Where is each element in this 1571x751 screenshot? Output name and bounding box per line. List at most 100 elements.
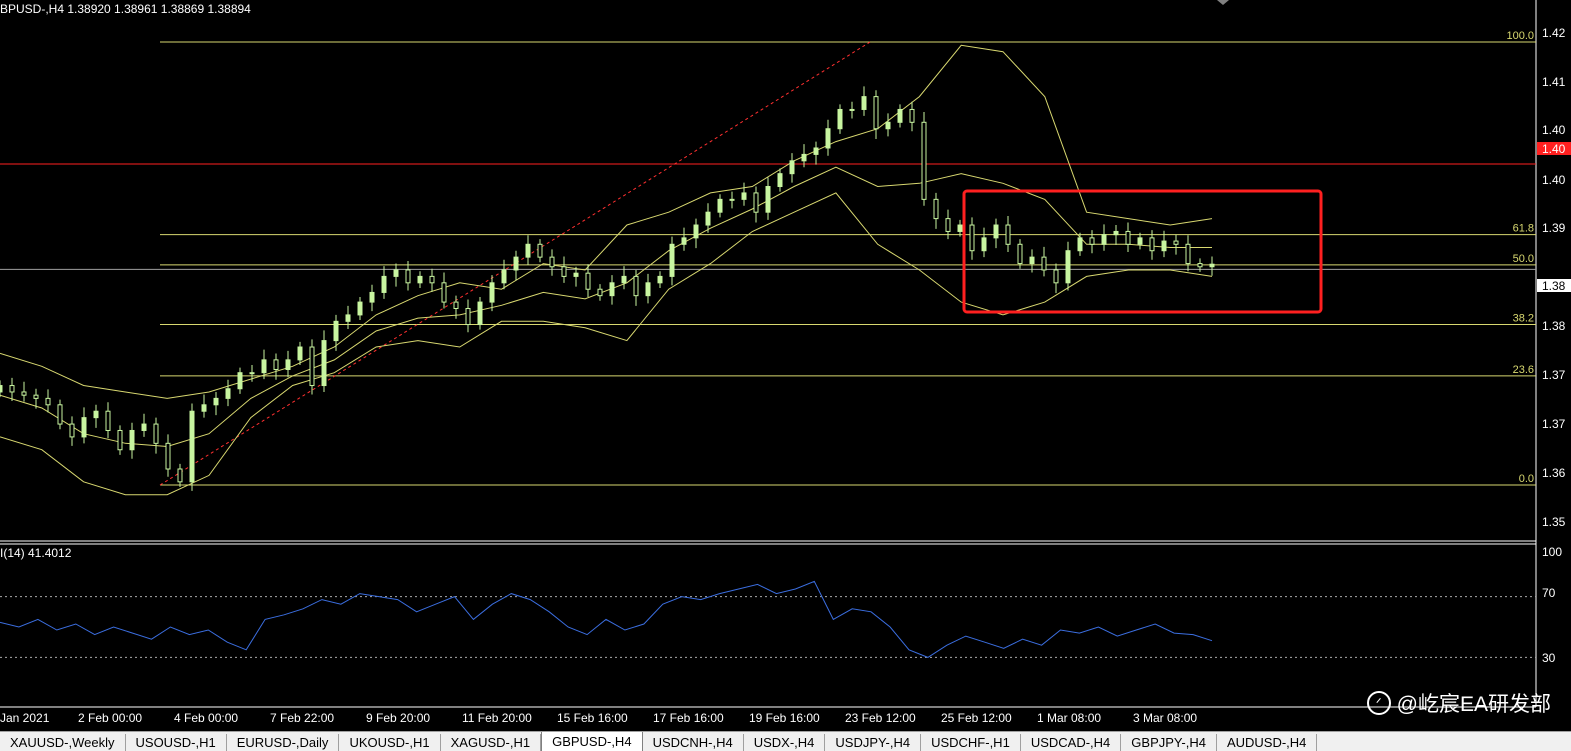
rsi-axis-label: 100 [1542, 545, 1562, 559]
candle-body [813, 147, 819, 155]
candle-body [129, 429, 135, 451]
tab-usousd-h1[interactable]: USOUSD-,H1 [126, 734, 227, 751]
time-label: 7 Feb 22:00 [270, 711, 334, 725]
candle-body [1089, 237, 1095, 245]
candle-body [45, 397, 51, 406]
fib-level-label: 50.0 [1513, 253, 1534, 265]
time-label: 1 Mar 08:00 [1037, 711, 1101, 725]
candle-body [921, 121, 927, 200]
candle-body [9, 385, 15, 393]
candle-body [1149, 237, 1155, 252]
candle-body [717, 198, 723, 213]
time-label: Jan 2021 [0, 711, 50, 725]
tab-audusd-h4[interactable]: AUDUSD-,H4 [1217, 734, 1318, 751]
candle-body [141, 423, 147, 431]
candle-body [777, 173, 783, 188]
candle-body [249, 372, 255, 375]
rsi-header: I(14) 41.4012 [0, 546, 72, 560]
tab-xagusd-h1[interactable]: XAGUSD-,H1 [441, 734, 542, 751]
tab-usdjpy-h4[interactable]: USDJPY-,H4 [825, 734, 922, 751]
candle-body [1197, 263, 1203, 268]
time-label: 2 Feb 00:00 [78, 711, 142, 725]
candle-body [81, 417, 87, 438]
candle-body [201, 404, 207, 412]
fib-level-label: 0.0 [1519, 473, 1534, 485]
time-label: 25 Feb 12:00 [941, 711, 1012, 725]
candle-body [837, 108, 843, 130]
candle-body [165, 442, 171, 470]
chart-shift-icon[interactable] [1217, 0, 1229, 5]
candle-body [693, 224, 699, 239]
price-label: 1.41 [1542, 75, 1566, 89]
price-label: 1.37 [1542, 368, 1566, 382]
time-label: 17 Feb 16:00 [653, 711, 724, 725]
candle-body [1209, 263, 1215, 268]
candle-body [189, 410, 195, 483]
fib-level-label: 23.6 [1513, 364, 1534, 376]
candle-body [789, 160, 795, 175]
candle-body [645, 282, 651, 297]
time-label: 3 Mar 08:00 [1133, 711, 1197, 725]
tab-gbpjpy-h4[interactable]: GBPJPY-,H4 [1121, 734, 1217, 751]
candle-body [1137, 237, 1143, 245]
candle-body [765, 186, 771, 213]
candle-body [297, 346, 303, 361]
tab-usdcnh-h4[interactable]: USDCNH-,H4 [643, 734, 744, 751]
candle-body [897, 108, 903, 123]
price-chart[interactable]: 100.0 61.8 50.0 38.2 23.6 0.0 BPUSD-,H4 1.389… [0, 0, 1571, 731]
candle-body [105, 410, 111, 431]
fib-level-label: 100.0 [1506, 30, 1534, 42]
candle-body [741, 192, 747, 200]
tab-xauusd-weekly[interactable]: XAUUSD-,Weekly [0, 734, 126, 751]
candle-body [153, 423, 159, 444]
bollinger-upper [0, 44, 1213, 399]
candle-body [369, 291, 375, 303]
candle-body [885, 121, 891, 130]
time-label: 11 Feb 20:00 [462, 711, 532, 725]
candle-body [1125, 230, 1131, 245]
price-label: 1.35 [1542, 515, 1566, 529]
tab-usdchf-h1[interactable]: USDCHF-,H1 [921, 734, 1021, 751]
candle-body [945, 218, 951, 232]
price-label: 1.42 [1542, 26, 1566, 40]
fib-level-label: 61.8 [1513, 223, 1534, 235]
tab-eurusd-daily[interactable]: EURUSD-,Daily [227, 734, 340, 751]
candle-body [969, 224, 975, 252]
tab-usdx-h4[interactable]: USDX-,H4 [744, 734, 826, 751]
candle-body [513, 256, 519, 271]
candle-body [1041, 256, 1047, 271]
candle-body [849, 108, 855, 111]
candle-body [633, 275, 639, 297]
candle-body [561, 266, 567, 277]
candle-body [957, 224, 963, 232]
candle-body [1077, 237, 1083, 252]
candle-body [345, 314, 351, 322]
candle-body [705, 211, 711, 226]
candle-body [609, 282, 615, 297]
watermark-logo-icon: ᐟ [1366, 691, 1391, 715]
candle-body [441, 282, 447, 303]
candle-body [309, 346, 315, 387]
candle-body [1173, 240, 1179, 245]
tab-usdcad-h4[interactable]: USDCAD-,H4 [1021, 734, 1122, 751]
candle-body [1017, 243, 1023, 265]
candle-body [909, 108, 915, 123]
candle-body [1113, 230, 1119, 236]
candle-body [861, 96, 867, 110]
candle-body [429, 275, 435, 284]
candle-body [477, 301, 483, 326]
candle-body [381, 275, 387, 293]
candle-body [285, 359, 291, 370]
candle-body [873, 96, 879, 130]
candle-body [321, 340, 327, 387]
candle-body [357, 301, 363, 316]
watermark: ᐟ @屹宸EA研发部 [1366, 688, 1551, 718]
price-label: 1.37 [1542, 417, 1566, 431]
time-label: 23 Feb 12:00 [845, 711, 916, 725]
candle-body [393, 269, 399, 277]
tab-gbpusd-h4[interactable]: GBPUSD-,H4 [541, 732, 643, 751]
time-label: 15 Feb 16:00 [557, 711, 628, 725]
tab-ukousd-h1[interactable]: UKOUSD-,H1 [339, 734, 441, 751]
bollinger-lower [0, 192, 1213, 496]
rsi-axis-label: 30 [1542, 651, 1556, 665]
